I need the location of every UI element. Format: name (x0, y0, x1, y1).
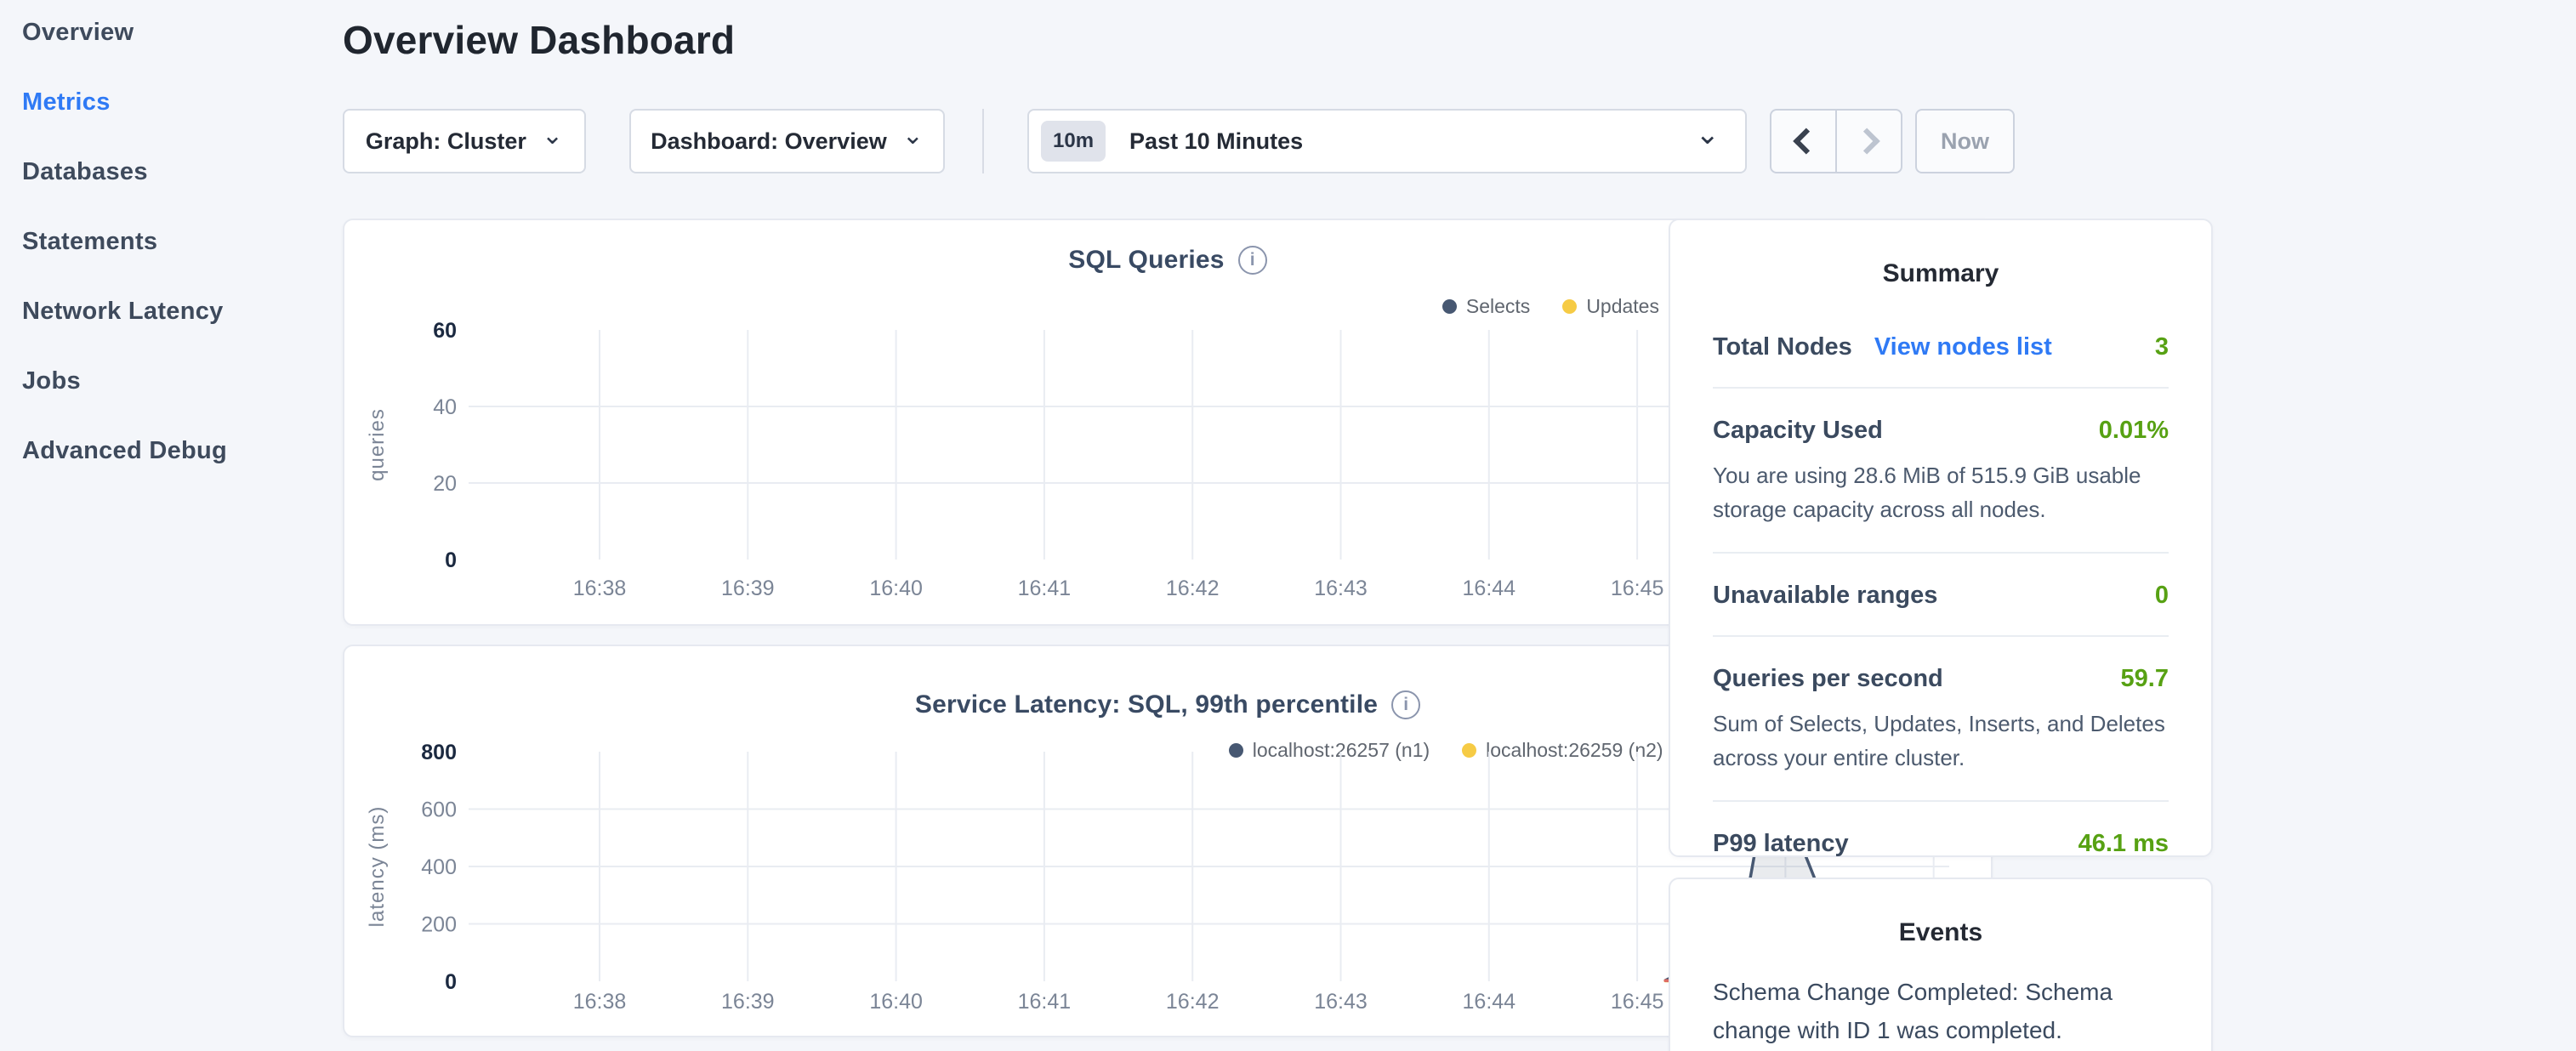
summary-value: 3 (2155, 333, 2169, 361)
chevron-down-icon: ⌄ (902, 128, 924, 145)
sidebar-item-network-latency[interactable]: Network Latency (22, 276, 328, 346)
summary-label: Unavailable ranges (1713, 582, 1937, 610)
events-title: Events (1713, 918, 2169, 947)
events-list: Schema Change Completed: Schema change w… (1713, 973, 2169, 1051)
graph-dropdown-label: Graph: Cluster (366, 128, 526, 155)
now-button[interactable]: Now (1915, 109, 2015, 173)
chevron-down-icon: ⌄ (542, 128, 563, 145)
time-range-picker[interactable]: 10m Past 10 Minutes ⌄ (1027, 109, 1747, 173)
x-axis-tick: 16:44 (1463, 990, 1516, 1014)
summary-row-capacity-used: Capacity Used 0.01% You are using 28.6 MiB… (1713, 389, 2169, 554)
y-axis-tick: 0 (445, 548, 457, 572)
y-axis-tick: 800 (421, 741, 457, 764)
dashboard-dropdown-label: Dashboard: Overview (651, 128, 887, 155)
y-axis-tick: 600 (421, 798, 457, 822)
summary-row-queries-per-second: Queries per second 59.7 Sum of Selects, Up… (1713, 637, 2169, 802)
controls-bar: Graph: Cluster ⌄ Dashboard: Overview ⌄ 1… (343, 109, 1993, 173)
time-next-button[interactable] (1835, 111, 1901, 172)
y-axis-tick: 0 (445, 970, 457, 994)
sidebar-item-overview[interactable]: Overview (22, 0, 328, 67)
x-axis-tick: 16:40 (869, 577, 923, 600)
controls-divider (982, 109, 984, 173)
x-axis-tick: 16:40 (869, 990, 923, 1014)
y-axis-title: queries (366, 408, 389, 481)
chevron-down-icon: ⌄ (1696, 126, 1720, 143)
summary-value: 0 (2155, 582, 2169, 610)
summary-row-unavailable-ranges: Unavailable ranges 0 (1713, 554, 2169, 637)
time-range-label: Past 10 Minutes (1129, 128, 1303, 155)
summary-label: Queries per second (1713, 665, 1943, 693)
y-axis-tick: 60 (433, 319, 457, 343)
x-axis-tick: 16:42 (1166, 990, 1220, 1014)
x-axis-tick: 16:41 (1018, 577, 1072, 600)
sidebar-item-jobs[interactable]: Jobs (22, 346, 328, 416)
summary-title: Summary (1713, 259, 2169, 288)
time-prev-button[interactable] (1771, 111, 1835, 172)
x-axis-tick: 16:42 (1166, 577, 1220, 600)
summary-rows: Total Nodes View nodes list 3 Capacity Used… (1713, 305, 2169, 883)
x-axis-tick: 16:43 (1314, 990, 1368, 1014)
dashboard-dropdown[interactable]: Dashboard: Overview ⌄ (629, 109, 945, 173)
sidebar-item-metrics[interactable]: Metrics (22, 67, 328, 137)
x-axis-tick: 16:39 (721, 577, 775, 600)
summary-row-top: Total Nodes View nodes list 3 (1713, 333, 2169, 361)
summary-row-top: Capacity Used 0.01% (1713, 417, 2169, 445)
sidebar-item-databases[interactable]: Databases (22, 137, 328, 207)
y-axis-title: latency (ms) (366, 806, 389, 928)
summary-row-top: Unavailable ranges 0 (1713, 582, 2169, 610)
summary-subtext: You are using 28.6 MiB of 515.9 GiB usab… (1713, 458, 2169, 526)
summary-label: Capacity Used (1713, 417, 1883, 445)
y-axis-tick: 400 (421, 855, 457, 879)
x-axis-tick: 16:43 (1314, 577, 1368, 600)
summary-row-total-nodes: Total Nodes View nodes list 3 (1713, 305, 2169, 389)
event-message: Schema Change Completed: Schema change w… (1713, 973, 2169, 1049)
summary-label: P99 latency (1713, 830, 1849, 858)
view-nodes-list-link[interactable]: View nodes list (1874, 333, 2052, 361)
y-axis-tick: 20 (433, 472, 457, 496)
chevron-right-icon (1853, 128, 1879, 154)
graph-dropdown[interactable]: Graph: Cluster ⌄ (343, 109, 586, 173)
summary-row-p99-latency: P99 latency 46.1 ms (1713, 802, 2169, 883)
x-axis-tick: 16:38 (573, 577, 627, 600)
summary-panel: Summary Total Nodes View nodes list 3 Capac… (1669, 219, 2213, 857)
x-axis-tick: 16:41 (1018, 990, 1072, 1014)
sidebar-item-advanced-debug[interactable]: Advanced Debug (22, 416, 328, 486)
time-step-buttons (1770, 109, 1902, 173)
events-panel: Events Schema Change Completed: Schema c… (1669, 878, 2213, 1051)
x-axis-tick: 16:44 (1463, 577, 1516, 600)
chevron-left-icon (1793, 128, 1819, 154)
page-title: Overview Dashboard (343, 17, 735, 63)
summary-subtext: Sum of Selects, Updates, Inserts, and De… (1713, 707, 2169, 775)
summary-row-top: Queries per second 59.7 (1713, 665, 2169, 693)
x-axis-tick: 16:38 (573, 990, 627, 1014)
sidebar-item-statements[interactable]: Statements (22, 207, 328, 276)
sidebar: OverviewMetricsDatabasesStatementsNetwor… (22, 0, 328, 486)
page: OverviewMetricsDatabasesStatementsNetwor… (0, 0, 2576, 1051)
summary-row-top: P99 latency 46.1 ms (1713, 830, 2169, 858)
y-axis-tick: 200 (421, 913, 457, 937)
summary-value: 46.1 ms (2078, 830, 2169, 858)
x-axis-tick: 16:45 (1611, 990, 1664, 1014)
x-axis-tick: 16:39 (721, 990, 775, 1014)
x-axis-tick: 16:45 (1611, 577, 1664, 600)
summary-label: Total Nodes (1713, 333, 1852, 361)
summary-value: 0.01% (2099, 417, 2169, 445)
time-range-badge: 10m (1041, 121, 1106, 162)
y-axis-tick: 40 (433, 395, 457, 419)
event-item[interactable]: Schema Change Completed: Schema change w… (1713, 973, 2169, 1051)
summary-value: 59.7 (2121, 665, 2169, 693)
